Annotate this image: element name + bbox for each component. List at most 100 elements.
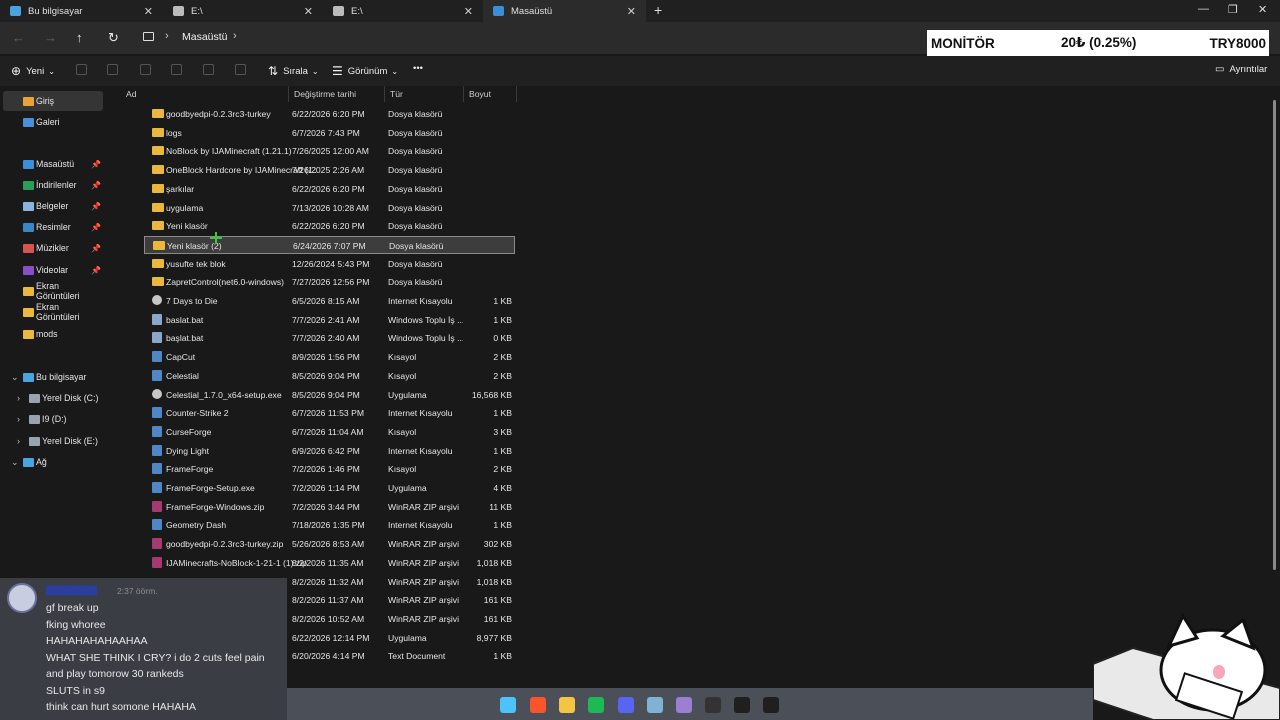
pin-icon[interactable]: 📌 <box>91 266 101 275</box>
sidebar-item-network[interactable]: ⌄ Ağ <box>3 452 103 472</box>
cut-icon[interactable] <box>76 64 87 75</box>
epic-games-icon[interactable] <box>734 697 750 713</box>
sidebar-item[interactable]: Ekran Görüntüleri <box>3 281 103 301</box>
view-button[interactable]: ☰ Görünüm ⌄ <box>332 64 398 78</box>
chevron-right-icon[interactable]: › <box>165 30 169 42</box>
paste-icon[interactable] <box>140 64 151 75</box>
file-row[interactable]: CurseForge 6/7/2026 11:04 AM Kısayol 3 KB <box>144 423 515 441</box>
pin-icon[interactable]: 📌 <box>91 160 101 169</box>
file-row[interactable]: CapCut 8/9/2026 1:56 PM Kısayol 2 KB <box>144 348 515 366</box>
app-icon[interactable] <box>647 697 663 713</box>
tab-masaustu[interactable]: Masaüstü ✕ <box>483 0 646 22</box>
column-header-name[interactable]: Ad <box>121 86 289 102</box>
sort-button[interactable]: ⇅ Sırala ⌄ <box>268 64 319 78</box>
pin-icon[interactable]: 📌 <box>91 244 101 253</box>
pin-icon[interactable]: 📌 <box>91 181 101 190</box>
share-icon[interactable] <box>203 64 214 75</box>
file-size: 4 KB <box>493 483 512 493</box>
chevron-right-icon[interactable]: › <box>17 393 20 403</box>
more-options-button[interactable]: ••• <box>413 63 423 74</box>
close-icon[interactable]: ✕ <box>627 5 636 18</box>
sidebar-item[interactable]: Masaüstü 📌 <box>3 154 103 174</box>
column-header-modified[interactable]: Değiştirme tarihi <box>289 86 385 102</box>
file-row[interactable]: Yeni klasör 6/22/2026 6:20 PM Dosya klasör… <box>144 217 515 235</box>
sidebar-item[interactable]: Giriş <box>3 91 103 111</box>
file-row[interactable]: goodbyedpi-0.2.3rc3-turkey 6/22/2026 6:20… <box>144 105 515 123</box>
sidebar-item[interactable]: İndirilenler 📌 <box>3 175 103 195</box>
close-icon[interactable]: ✕ <box>304 5 313 18</box>
chevron-right-icon[interactable]: › <box>17 436 20 446</box>
sidebar-item[interactable]: Ekran Görüntüleri <box>3 302 103 322</box>
close-window-icon[interactable]: ✕ <box>1258 3 1267 16</box>
file-row[interactable]: Geometry Dash 7/18/2026 1:35 PM Internet K… <box>144 516 515 534</box>
chevron-right-icon[interactable]: › <box>233 30 237 42</box>
file-row[interactable]: 7 Days to Die 6/5/2026 8:15 AM Internet Kı… <box>144 292 515 310</box>
rename-icon[interactable] <box>171 64 182 75</box>
chevron-down-icon[interactable]: ⌄ <box>11 457 19 468</box>
brave-icon[interactable] <box>530 697 546 713</box>
file-row[interactable]: ZapretControl(net6.0-windows) 7/27/2026 1… <box>144 273 515 291</box>
forward-arrow-icon[interactable]: → <box>44 30 57 45</box>
sidebar-item[interactable]: mods <box>3 324 103 344</box>
file-explorer-icon[interactable] <box>559 697 575 713</box>
file-row[interactable]: Dying Light 6/9/2026 6:42 PM Internet Kısa… <box>144 442 515 460</box>
app-icon[interactable] <box>676 697 692 713</box>
copy-icon[interactable] <box>107 64 118 75</box>
file-row[interactable]: NoBlock by IJAMinecraft (1.21.1) 7/26/202… <box>144 142 515 160</box>
obs-icon[interactable] <box>705 697 721 713</box>
sidebar-item[interactable]: Videolar 📌 <box>3 260 103 280</box>
breadcrumb[interactable]: Masaüstü <box>182 31 228 43</box>
tab-label: Masaüstü <box>511 5 553 17</box>
new-button[interactable]: ⊕ Yeni ⌄ <box>11 64 55 78</box>
sidebar-item[interactable]: Resimler 📌 <box>3 217 103 237</box>
sidebar-item-drive-e[interactable]: › Yerel Disk (E:) <box>9 431 103 451</box>
file-row[interactable]: Celestial 8/5/2026 9:04 PM Kısayol 2 KB <box>144 367 515 385</box>
vertical-scrollbar[interactable] <box>1273 100 1276 570</box>
spotify-icon[interactable] <box>588 697 604 713</box>
maximize-icon[interactable]: ❐ <box>1228 3 1238 16</box>
details-button[interactable]: ▭ Ayrıntılar <box>1215 64 1267 75</box>
close-icon[interactable]: ✕ <box>464 5 473 18</box>
tab-drive-e[interactable]: E:\ ✕ <box>163 0 323 22</box>
tab-bu-bilgisayar[interactable]: Bu bilgisayar ✕ <box>0 0 163 22</box>
file-row[interactable]: yusufte tek blok 12/26/2024 5:43 PM Dosya … <box>144 255 515 273</box>
pin-icon[interactable]: 📌 <box>91 223 101 232</box>
delete-icon[interactable] <box>235 64 246 75</box>
column-header-type[interactable]: Tür <box>385 86 464 102</box>
file-row[interactable]: goodbyedpi-0.2.3rc3-turkey.zip 5/26/2026 … <box>144 535 515 553</box>
file-row[interactable]: FrameForge-Setup.exe 7/2/2026 1:14 PM Uygu… <box>144 479 515 497</box>
file-row[interactable]: Yeni klasör (2) 6/24/2026 7:07 PM Dosya kl… <box>144 235 515 254</box>
refresh-icon[interactable]: ↻ <box>108 30 119 46</box>
tab-drive-e-2[interactable]: E:\ ✕ <box>323 0 483 22</box>
sidebar-item-this-pc[interactable]: ⌄ Bu bilgisayar <box>3 367 103 387</box>
capcut-icon[interactable] <box>763 697 779 713</box>
file-row[interactable]: baslat.bat 7/7/2026 2:41 AM Windows Toplu … <box>144 311 515 329</box>
file-row[interactable]: FrameForge 7/2/2026 1:46 PM Kısayol 2 KB <box>144 460 515 478</box>
file-row[interactable]: Counter-Strike 2 6/7/2026 11:53 PM Interne… <box>144 404 515 422</box>
minimize-icon[interactable]: — <box>1198 3 1209 15</box>
up-arrow-icon[interactable]: ↑ <box>76 30 83 45</box>
pin-icon[interactable]: 📌 <box>91 202 101 211</box>
file-row[interactable]: uygulama 7/13/2026 10:28 AM Dosya klasörü <box>144 199 515 217</box>
file-row[interactable]: OneBlock Hardcore by IJAMinecraft (1.21.… <box>144 161 515 179</box>
file-row[interactable]: başlat.bat 7/7/2026 2:40 AM Windows Toplu … <box>144 329 515 347</box>
sidebar-item-drive-c[interactable]: › Yerel Disk (C:) <box>9 388 103 408</box>
monitor-icon[interactable] <box>143 32 154 41</box>
back-arrow-icon[interactable]: ← <box>12 30 25 45</box>
file-row[interactable]: FrameForge-Windows.zip 7/2/2026 3:44 PM Wi… <box>144 498 515 516</box>
column-header-size[interactable]: Boyut <box>464 86 517 102</box>
chevron-down-icon[interactable]: ⌄ <box>11 372 19 383</box>
discord-icon[interactable] <box>618 697 634 713</box>
windows-start-icon[interactable] <box>500 697 516 713</box>
sidebar-item[interactable]: Müzikler 📌 <box>3 238 103 258</box>
new-tab-button[interactable]: + <box>654 2 662 18</box>
chevron-right-icon[interactable]: › <box>17 414 20 424</box>
file-row[interactable]: şarkılar 6/22/2026 6:20 PM Dosya klasörü <box>144 180 515 198</box>
file-row[interactable]: logs 6/7/2026 7:43 PM Dosya klasörü <box>144 124 515 142</box>
file-row[interactable]: Celestial_1.7.0_x64-setup.exe 8/5/2026 9:… <box>144 386 515 404</box>
sidebar-item-drive-d[interactable]: › I9 (D:) <box>9 409 103 429</box>
file-row[interactable]: IJAMinecrafts-NoBlock-1-21-1 (1).zip 8/2/… <box>144 554 515 572</box>
sidebar-item[interactable]: Belgeler 📌 <box>3 196 103 216</box>
close-icon[interactable]: ✕ <box>144 5 153 18</box>
sidebar-item[interactable]: Galeri <box>3 112 103 132</box>
